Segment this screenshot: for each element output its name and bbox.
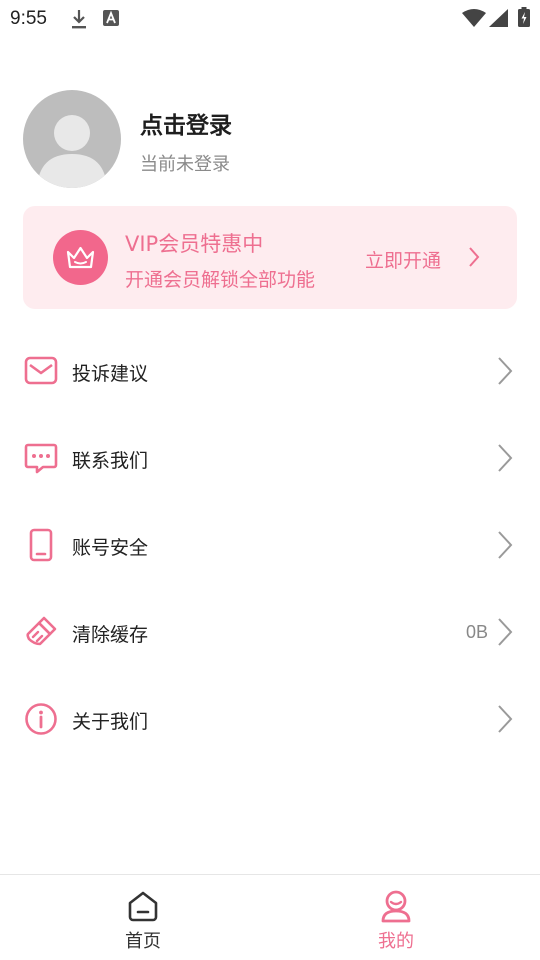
menu-label: 账号安全 xyxy=(72,537,149,559)
tab-home[interactable]: 首页 xyxy=(8,875,278,960)
profile-icon xyxy=(381,890,411,923)
menu-item-contact[interactable]: 联系我们 xyxy=(0,415,540,502)
status-bar: 9:55 xyxy=(0,0,540,36)
menu-item-about[interactable]: 关于我们 xyxy=(0,676,540,763)
status-time: 9:55 xyxy=(10,8,47,29)
vip-open-button[interactable]: 立即开通 xyxy=(365,246,441,273)
keyboard-a-icon xyxy=(103,10,119,26)
vip-crown-badge xyxy=(53,230,108,285)
menu-label: 关于我们 xyxy=(72,711,149,733)
bottom-tab-bar: 首页 我的 xyxy=(0,874,540,960)
cache-size-value: 0B xyxy=(465,622,488,642)
avatar[interactable] xyxy=(23,90,121,188)
chat-icon xyxy=(24,443,58,474)
tab-label: 我的 xyxy=(378,931,414,952)
info-icon xyxy=(25,703,57,735)
chevron-right-icon xyxy=(469,247,480,267)
broom-icon xyxy=(26,616,57,646)
vip-banner[interactable]: VIP会员特惠中 开通会员解锁全部功能 立即开通 xyxy=(23,206,517,309)
login-status: 当前未登录 xyxy=(140,154,230,175)
wifi-icon xyxy=(462,9,486,27)
menu-item-clear-cache[interactable]: 清除缓存 0B xyxy=(0,589,540,676)
profile-header[interactable]: 点击登录 当前未登录 xyxy=(0,88,540,188)
chevron-right-icon xyxy=(498,357,513,385)
signal-icon xyxy=(489,9,508,27)
chevron-right-icon xyxy=(498,444,513,472)
vip-subtitle: 开通会员解锁全部功能 xyxy=(125,269,316,291)
menu-label: 联系我们 xyxy=(72,450,149,472)
chevron-right-icon xyxy=(498,705,513,733)
menu-item-account-security[interactable]: 账号安全 xyxy=(0,502,540,589)
home-icon xyxy=(128,891,158,922)
phone-icon xyxy=(29,528,53,562)
mail-icon xyxy=(24,356,58,385)
crown-icon xyxy=(66,246,95,269)
default-avatar-icon xyxy=(37,115,107,188)
menu-item-feedback[interactable]: 投诉建议 xyxy=(0,328,540,415)
tab-label: 首页 xyxy=(125,931,161,952)
chevron-right-icon xyxy=(498,531,513,559)
battery-charging-icon xyxy=(518,7,530,27)
menu-label: 清除缓存 xyxy=(72,624,149,646)
download-icon xyxy=(72,10,86,29)
menu-label: 投诉建议 xyxy=(72,363,149,385)
login-title[interactable]: 点击登录 xyxy=(140,106,232,140)
chevron-right-icon xyxy=(498,618,513,646)
tab-mine[interactable]: 我的 xyxy=(261,875,531,960)
vip-title: VIP会员特惠中 xyxy=(125,232,264,256)
